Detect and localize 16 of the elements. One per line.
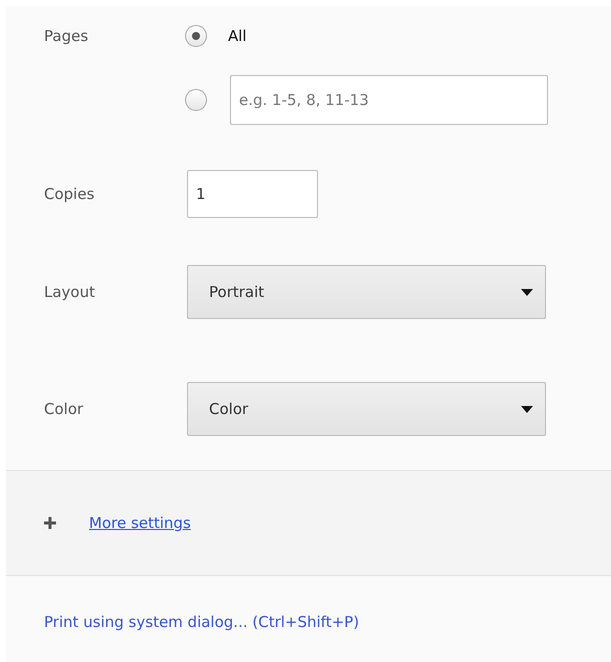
plus-icon[interactable] xyxy=(44,517,56,529)
radio-button[interactable] xyxy=(185,25,207,47)
dropdown[interactable]: Portrait xyxy=(187,265,546,319)
setting-label: Pages xyxy=(43,26,90,47)
setting-label: Color xyxy=(43,399,84,419)
setting-label: Layout xyxy=(43,282,96,302)
copies-field[interactable]: 1 xyxy=(187,170,318,218)
caret-icon xyxy=(521,288,533,296)
setting-label: Copies xyxy=(43,184,96,204)
radio-button[interactable] xyxy=(185,89,207,111)
more-settings-link[interactable]: More settings xyxy=(89,514,191,532)
caret-icon xyxy=(521,406,533,412)
page-range-field[interactable]: e.g. 1-5, 8, 11-13 xyxy=(230,75,548,125)
dropdown[interactable]: Color xyxy=(187,382,546,436)
system-dialog-link[interactable]: Print using system dialog... (Ctrl+Shift+P) xyxy=(44,613,360,631)
radio-label[interactable]: All xyxy=(228,27,247,45)
